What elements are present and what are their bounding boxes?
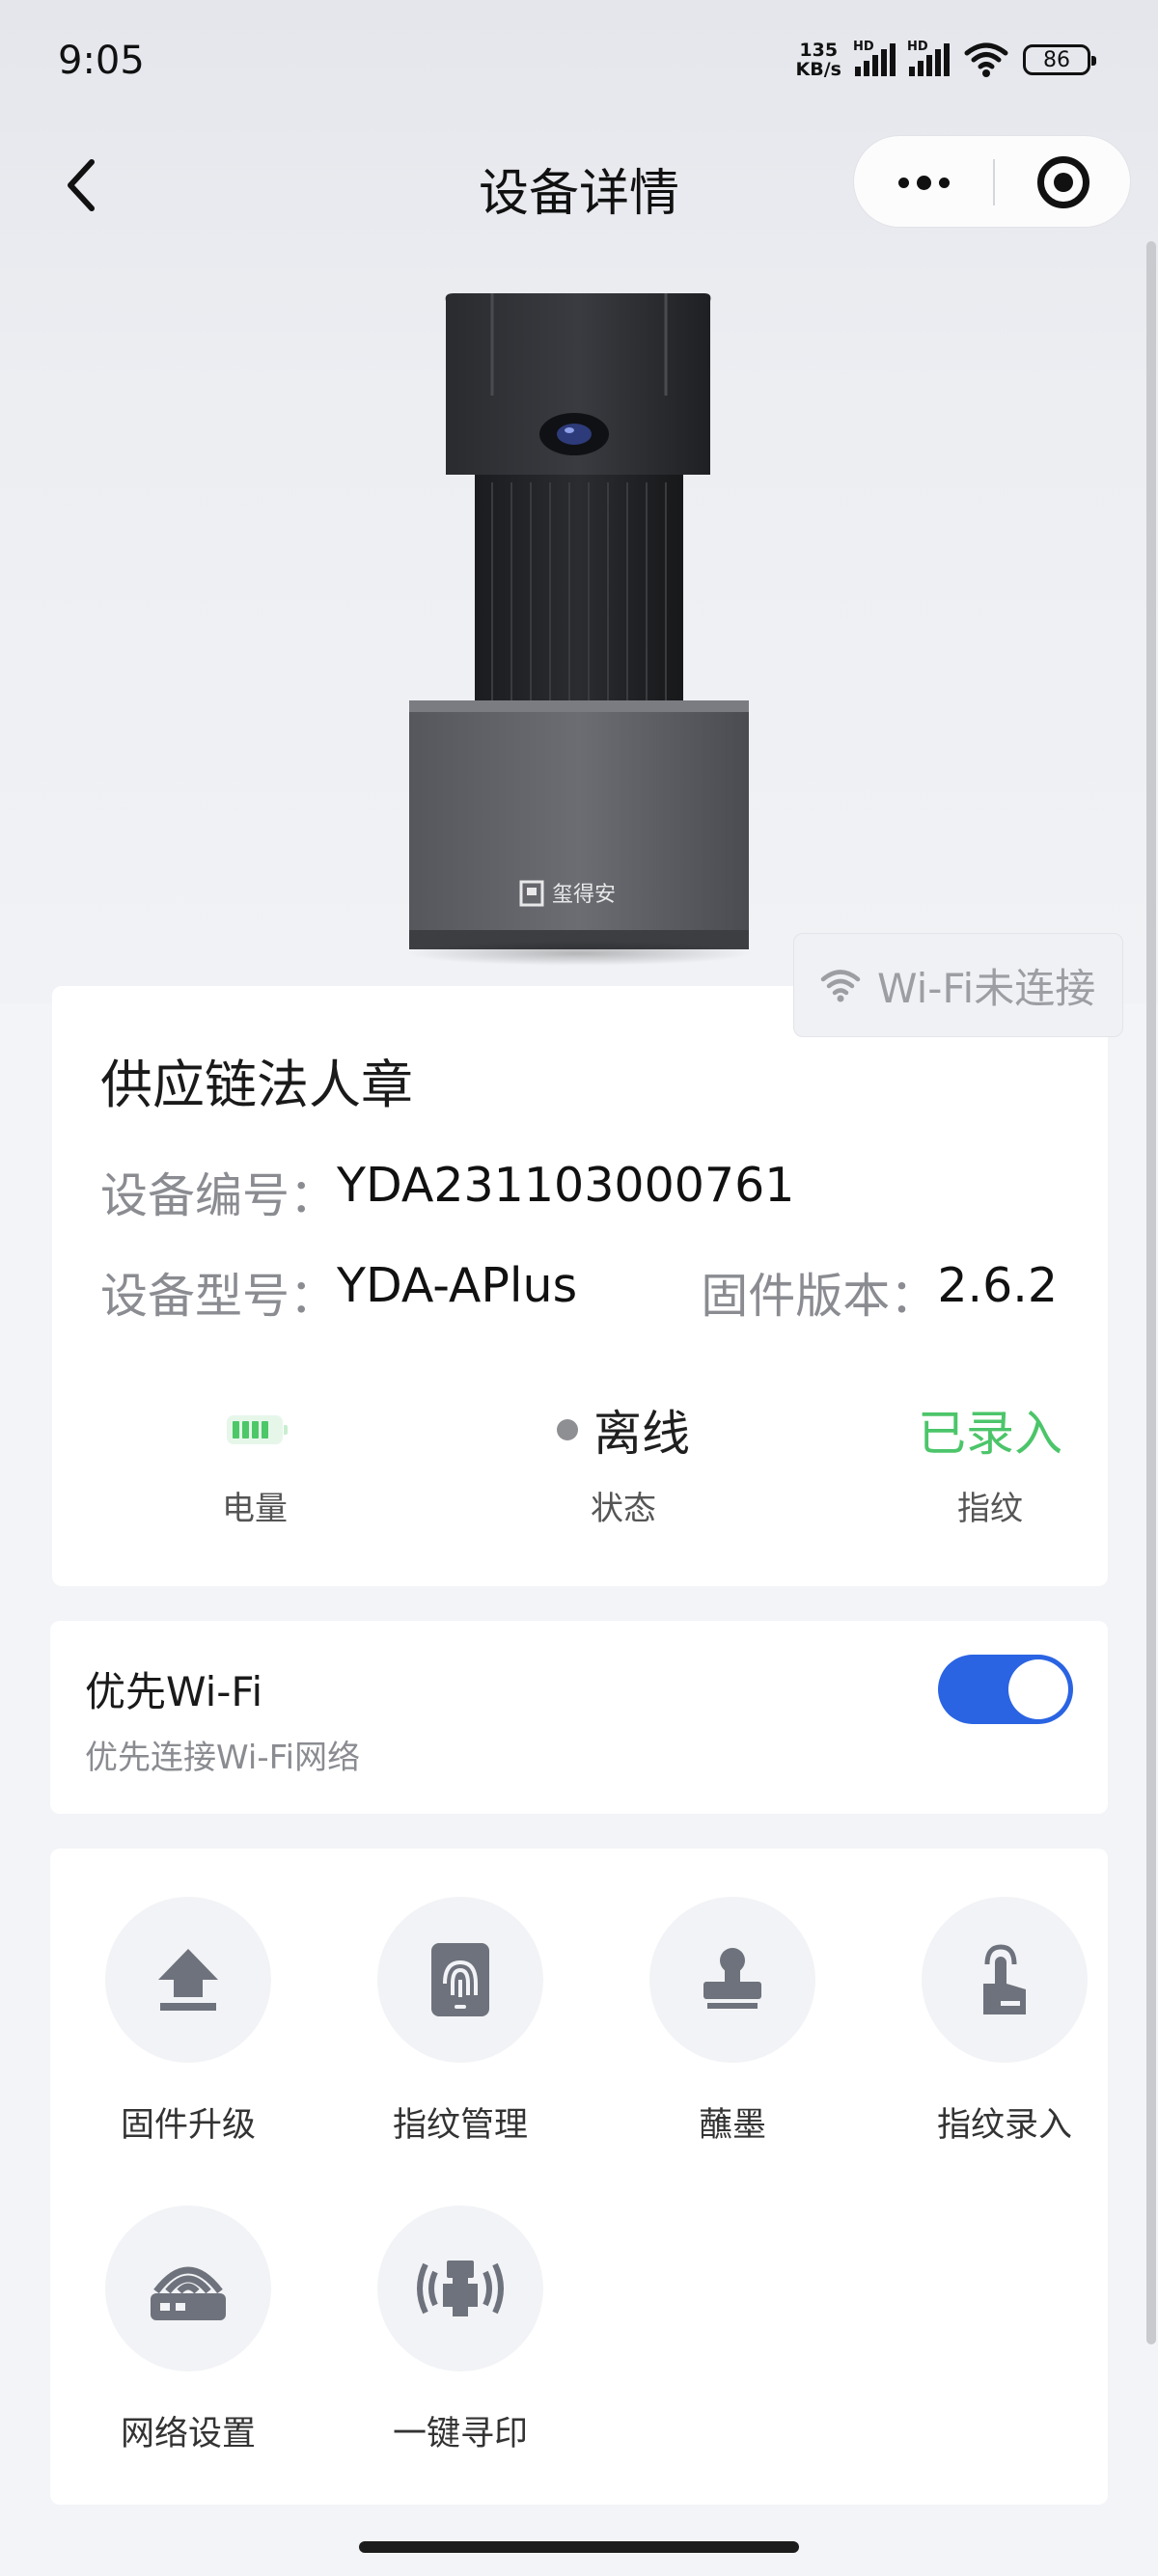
function-label: 固件升级 — [120, 2106, 256, 2145]
mini-program-capsule — [853, 135, 1131, 228]
fingerprint-stat-label: 指纹 — [957, 1490, 1023, 1528]
battery-icon — [227, 1415, 288, 1444]
close-button[interactable] — [995, 136, 1132, 229]
find-stamp-button[interactable]: 一键寻印 — [354, 2206, 566, 2455]
firmware-upgrade-button[interactable]: 固件升级 — [82, 1897, 294, 2147]
find-stamp-icon — [417, 2261, 504, 2316]
signal-hd-label: HD — [853, 40, 874, 54]
offline-status-dot — [557, 1419, 578, 1440]
model-row: 设备型号： YDA-APlus — [100, 1258, 577, 1327]
preference-title: 优先Wi-Fi — [85, 1668, 263, 1715]
function-label: 指纹录入 — [936, 2106, 1072, 2145]
router-icon — [151, 2266, 226, 2320]
function-label: 指纹管理 — [392, 2106, 528, 2145]
finger-touch-icon — [983, 1944, 1026, 2014]
preference-subtitle: 优先连接Wi-Fi网络 — [85, 1739, 361, 1777]
state-stat-label: 状态 — [591, 1490, 656, 1528]
scrollbar[interactable] — [1146, 241, 1156, 2344]
wifi-status-icon — [964, 42, 1008, 77]
network-speed-value: 135 — [799, 40, 839, 61]
function-grid-card: 固件升级 指纹管理 蘸墨 指纹录入 网络设置 一键寻印 — [50, 1849, 1108, 2505]
serial-row: 设备编号： YDA231103000761 — [100, 1158, 794, 1226]
prefer-wifi-toggle[interactable] — [938, 1655, 1073, 1724]
home-indicator[interactable] — [359, 2541, 799, 2553]
stamp-icon — [703, 1948, 761, 2009]
state-stat: 离线 状态 — [479, 1395, 768, 1529]
model-value: YDA-APlus — [337, 1258, 578, 1313]
network-settings-button[interactable]: 网络设置 — [82, 2206, 294, 2455]
fingerprint-enroll-button[interactable]: 指纹录入 — [898, 1897, 1111, 2147]
wifi-preference-card: 优先Wi-Fi 优先连接Wi-Fi网络 — [50, 1621, 1108, 1814]
nav-bar: 设备详情 — [0, 135, 1158, 232]
device-info-card: 供应链法人章 设备编号： YDA231103000761 设备型号： YDA-A… — [52, 986, 1108, 1586]
toggle-knob — [1008, 1659, 1068, 1719]
signal-icon: HD — [853, 40, 896, 76]
more-button[interactable] — [854, 136, 993, 229]
fingerprint-icon — [431, 1943, 489, 2016]
signal-icon: HD — [907, 40, 950, 76]
serial-value: YDA231103000761 — [337, 1158, 795, 1213]
battery-indicator: 86 — [1023, 44, 1096, 75]
function-label: 一键寻印 — [392, 2415, 528, 2453]
wifi-status-badge[interactable]: Wi-Fi未连接 — [793, 933, 1123, 1037]
signal-hd-label: HD — [907, 40, 928, 54]
device-image: 玺得安 — [386, 289, 772, 966]
status-bar: 9:05 135 KB/s HD HD 86 — [0, 0, 1158, 125]
wifi-icon — [820, 970, 861, 1002]
model-label: 设备型号： — [100, 1269, 338, 1324]
network-speed: 135 KB/s — [796, 41, 841, 79]
function-label: 网络设置 — [120, 2415, 256, 2453]
fingerprint-stat: 已录入 指纹 — [845, 1395, 1135, 1529]
fingerprint-manage-button[interactable]: 指纹管理 — [354, 1897, 566, 2147]
function-label: 蘸墨 — [698, 2106, 766, 2145]
target-close-icon — [1037, 156, 1089, 208]
battery-stat-label: 电量 — [222, 1490, 288, 1528]
firmware-row: 固件版本： 2.6.2 — [701, 1258, 1058, 1327]
network-speed-unit: KB/s — [795, 59, 841, 80]
state-value: 离线 — [593, 1406, 690, 1462]
brand-logo: 玺得安 — [552, 883, 616, 907]
wifi-status-label: Wi-Fi未连接 — [877, 964, 1096, 1012]
serial-label: 设备编号： — [100, 1168, 338, 1223]
firmware-value: 2.6.2 — [937, 1258, 1058, 1313]
device-name: 供应链法人章 — [100, 1055, 413, 1115]
battery-stat: 电量 — [110, 1395, 400, 1529]
status-time: 9:05 — [58, 39, 145, 83]
firmware-label: 固件版本： — [701, 1269, 938, 1324]
upload-icon — [158, 1949, 218, 2011]
fingerprint-value: 已录入 — [918, 1406, 1062, 1462]
ink-button[interactable]: 蘸墨 — [626, 1897, 839, 2147]
status-indicators: 135 KB/s HD HD 86 — [796, 40, 1096, 79]
